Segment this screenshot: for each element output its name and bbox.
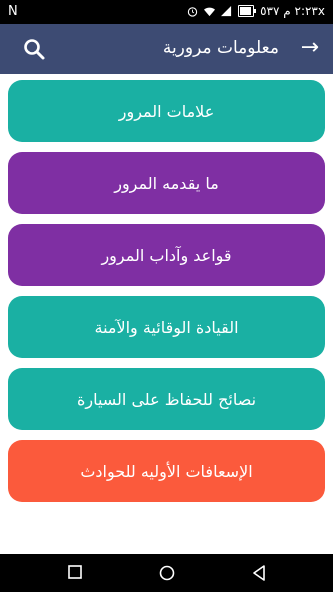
search-icon[interactable]	[22, 37, 46, 61]
status-time: ٢:٢٣ م ٥٣٧x	[260, 4, 325, 18]
menu-item-first-aid[interactable]: الإسعافات الأوليه للحوادث	[8, 440, 325, 502]
system-nav-bar	[0, 554, 333, 592]
menu-item-traffic-services[interactable]: ما يقدمه المرور	[8, 152, 325, 214]
page-title: معلومات مرورية	[162, 38, 279, 58]
menu-item-label: ما يقدمه المرور	[114, 173, 219, 193]
menu-item-traffic-signs[interactable]: علامات المرور	[8, 80, 325, 142]
alarm-icon	[187, 6, 198, 17]
wifi-icon	[204, 7, 216, 16]
menu-item-defensive-driving[interactable]: القيادة الوقائية والآمنة	[8, 296, 325, 358]
back-triangle-icon[interactable]	[252, 565, 266, 581]
menu-item-label: قواعد وآداب المرور	[101, 245, 232, 265]
recents-square-icon[interactable]	[68, 565, 82, 579]
menu-item-label: نصائح للحفاظ على السيارة	[76, 389, 257, 409]
home-circle-icon[interactable]	[159, 565, 175, 581]
menu-item-label: علامات المرور	[118, 101, 215, 121]
menu-item-traffic-rules[interactable]: قواعد وآداب المرور	[8, 224, 325, 286]
app-bar: معلومات مرورية →	[0, 24, 333, 74]
battery-icon	[238, 5, 257, 17]
menu-item-car-maintenance-tips[interactable]: نصائح للحفاظ على السيارة	[8, 368, 325, 430]
menu-item-label: القيادة الوقائية والآمنة	[94, 317, 239, 337]
menu-list: علامات المرور ما يقدمه المرور قواعد وآدا…	[8, 80, 325, 512]
status-n-letter: N	[8, 4, 18, 19]
menu-item-label: الإسعافات الأوليه للحوادث	[80, 461, 253, 481]
status-bar: N ٢:٢٣ م ٥٣٧x	[0, 0, 333, 24]
arrow-right-icon[interactable]: →	[301, 35, 319, 60]
status-icons: ٢:٢٣ م ٥٣٧x	[187, 4, 325, 18]
signal-icon	[221, 5, 232, 16]
